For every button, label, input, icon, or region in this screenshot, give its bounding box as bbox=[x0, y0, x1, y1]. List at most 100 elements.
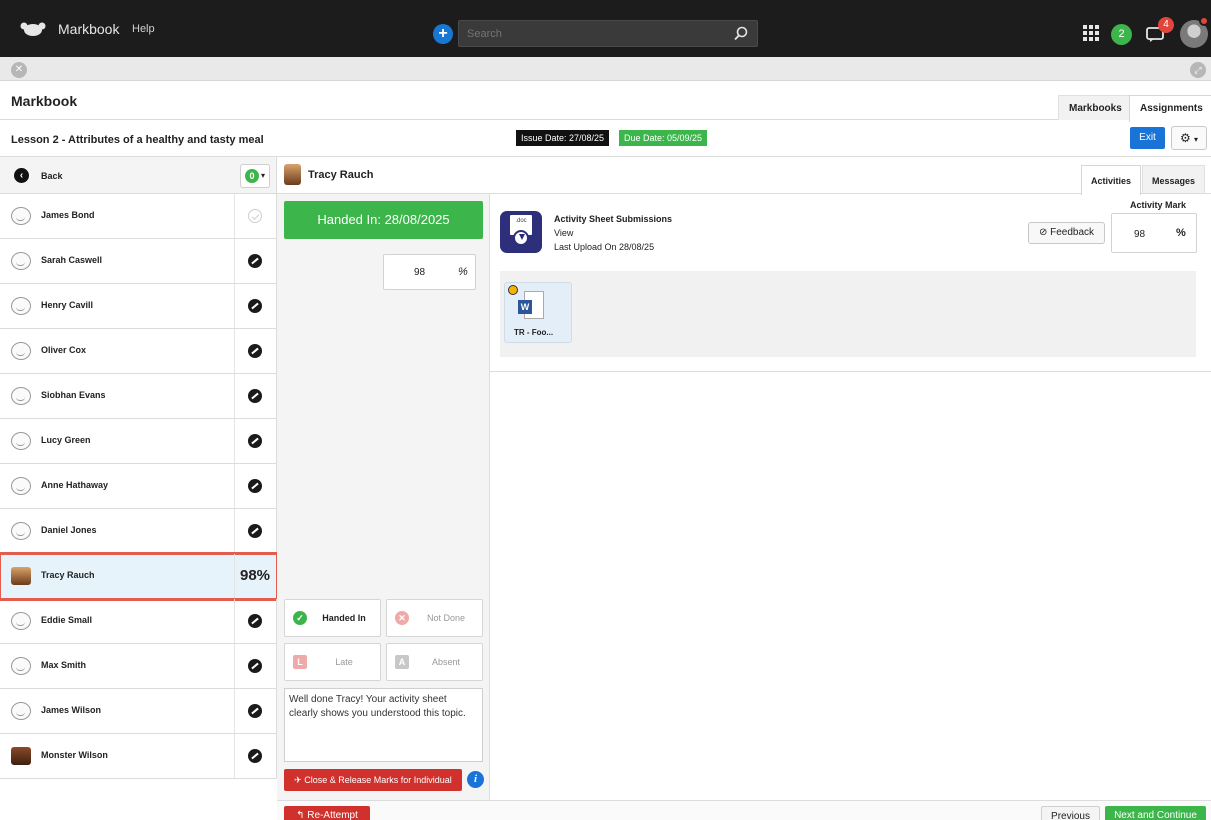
handed-in-label: Handed In bbox=[322, 613, 366, 623]
file-name[interactable]: TR - Foo... bbox=[514, 328, 553, 337]
student-row[interactable]: James Bond bbox=[0, 194, 277, 239]
absent-button[interactable]: A Absent bbox=[386, 643, 483, 681]
student-name-cell[interactable]: Tracy Rauch bbox=[0, 554, 235, 598]
hidden-eye-icon[interactable] bbox=[248, 614, 262, 628]
feedback-icon: ⊘ bbox=[1038, 227, 1048, 238]
close-release-marks-button[interactable]: ✈ Close & Release Marks for Individual bbox=[284, 769, 462, 791]
info-icon[interactable]: i bbox=[467, 771, 484, 788]
divider bbox=[490, 371, 1211, 372]
help-link[interactable]: Help bbox=[132, 23, 155, 35]
student-name-cell[interactable]: Anne Hathaway bbox=[0, 464, 235, 508]
hidden-eye-icon[interactable] bbox=[248, 749, 262, 763]
comment-textarea[interactable]: Well done Tracy! Your activity sheet cle… bbox=[284, 688, 483, 762]
student-name-cell[interactable]: Monster Wilson bbox=[0, 734, 235, 778]
student-avatar bbox=[11, 567, 31, 585]
warning-icon bbox=[508, 285, 518, 295]
hidden-eye-icon[interactable] bbox=[248, 479, 262, 493]
x-icon: ✕ bbox=[395, 611, 409, 625]
tab-markbooks[interactable]: Markbooks bbox=[1058, 95, 1133, 120]
student-row[interactable]: Monster Wilson bbox=[0, 734, 277, 779]
tab-activities[interactable]: Activities bbox=[1081, 165, 1142, 195]
student-avatar bbox=[11, 702, 31, 720]
app-logo-icon[interactable] bbox=[20, 22, 46, 36]
student-name-cell[interactable]: Eddie Small bbox=[0, 599, 235, 643]
hidden-eye-icon[interactable] bbox=[248, 299, 262, 313]
late-button[interactable]: L Late bbox=[284, 643, 381, 681]
student-row[interactable]: Anne Hathaway bbox=[0, 464, 277, 509]
handed-in-banner: Handed In: 28/08/2025 bbox=[284, 201, 483, 239]
handed-in-check-icon[interactable] bbox=[248, 209, 262, 223]
student-row[interactable]: Henry Cavill bbox=[0, 284, 277, 329]
messages-badge[interactable]: 4 bbox=[1158, 17, 1174, 33]
release-icon: ✈ bbox=[294, 775, 302, 785]
hidden-eye-icon[interactable] bbox=[248, 344, 262, 358]
student-name-cell[interactable]: James Wilson bbox=[0, 689, 235, 733]
not-done-button[interactable]: ✕ Not Done bbox=[386, 599, 483, 637]
word-document-icon[interactable]: W bbox=[518, 291, 544, 321]
student-row[interactable]: Max Smith bbox=[0, 644, 277, 689]
student-avatar bbox=[11, 342, 31, 360]
hidden-eye-icon[interactable] bbox=[248, 389, 262, 403]
activity-view-link[interactable]: View bbox=[554, 228, 573, 238]
student-row[interactable]: Eddie Small bbox=[0, 599, 277, 644]
student-name: Oliver Cox bbox=[41, 345, 87, 355]
notifications-badge[interactable]: 2 bbox=[1111, 24, 1132, 45]
student-row[interactable]: Siobhan Evans bbox=[0, 374, 277, 419]
back-arrow-icon[interactable]: ‹ bbox=[14, 168, 29, 183]
student-name-cell[interactable]: Henry Cavill bbox=[0, 284, 235, 328]
close-icon[interactable]: ✕ bbox=[11, 62, 27, 78]
overall-mark-input[interactable]: 98 % bbox=[383, 254, 476, 290]
expand-icon[interactable]: ⤢ bbox=[1190, 62, 1206, 78]
tab-assignments[interactable]: Assignments bbox=[1129, 95, 1211, 122]
tab-messages[interactable]: Messages bbox=[1142, 165, 1206, 193]
student-row[interactable]: Daniel Jones bbox=[0, 509, 277, 554]
overall-mark-value: 98 bbox=[414, 267, 426, 278]
student-row[interactable]: James Wilson bbox=[0, 689, 277, 734]
student-name-cell[interactable]: Sarah Caswell bbox=[0, 239, 235, 283]
add-button[interactable]: + bbox=[433, 24, 453, 44]
student-avatar bbox=[11, 477, 31, 495]
student-name: Daniel Jones bbox=[41, 525, 97, 535]
download-icon bbox=[513, 230, 529, 246]
activity-title: Activity Sheet Submissions bbox=[554, 214, 673, 224]
app-title[interactable]: Markbook bbox=[58, 21, 119, 37]
student-row[interactable]: Oliver Cox bbox=[0, 329, 277, 374]
student-name-cell[interactable]: Max Smith bbox=[0, 644, 235, 688]
student-score[interactable]: 98% bbox=[240, 567, 270, 584]
next-and-continue-button[interactable]: Next and Continue bbox=[1105, 806, 1206, 820]
student-avatar bbox=[11, 657, 31, 675]
student-name-cell[interactable]: Siobhan Evans bbox=[0, 374, 235, 418]
search-icon[interactable] bbox=[733, 26, 749, 42]
student-name-cell[interactable]: James Bond bbox=[0, 194, 235, 238]
document-download-icon[interactable]: .doc bbox=[500, 211, 542, 253]
student-name-cell[interactable]: Daniel Jones bbox=[0, 509, 235, 553]
window-controls-strip bbox=[0, 57, 1211, 81]
student-name-cell[interactable]: Lucy Green bbox=[0, 419, 235, 463]
back-button[interactable]: Back bbox=[41, 171, 63, 181]
search-input[interactable] bbox=[458, 20, 758, 47]
hidden-eye-icon[interactable] bbox=[248, 524, 262, 538]
activity-mark-input[interactable]: 98 % bbox=[1111, 213, 1197, 253]
re-attempt-button[interactable]: ↰ Re-Attempt bbox=[284, 806, 370, 820]
student-row-selected[interactable]: Tracy Rauch 98% bbox=[0, 552, 279, 601]
handed-in-button[interactable]: ✓ Handed In bbox=[284, 599, 381, 637]
student-row[interactable]: Sarah Caswell bbox=[0, 239, 277, 284]
student-row[interactable]: Lucy Green bbox=[0, 419, 277, 464]
hidden-eye-icon[interactable] bbox=[248, 659, 262, 673]
hidden-eye-icon[interactable] bbox=[248, 254, 262, 268]
hidden-eye-icon[interactable] bbox=[248, 434, 262, 448]
late-icon: L bbox=[293, 655, 307, 669]
student-name-cell[interactable]: Oliver Cox bbox=[0, 329, 235, 373]
settings-gear-button[interactable]: ⚙ ▾ bbox=[1171, 126, 1207, 150]
gear-icon: ⚙ bbox=[1179, 131, 1191, 145]
hidden-eye-icon[interactable] bbox=[248, 704, 262, 718]
feedback-button[interactable]: ⊘ Feedback bbox=[1028, 222, 1105, 244]
apps-grid-icon[interactable] bbox=[1083, 25, 1099, 41]
filter-count-button[interactable]: 0 ▾ bbox=[240, 164, 270, 188]
student-avatar bbox=[11, 432, 31, 450]
exit-button[interactable]: Exit bbox=[1130, 127, 1165, 149]
student-name: Tracy Rauch bbox=[41, 570, 95, 580]
activity-mark-unit: % bbox=[1176, 227, 1186, 239]
student-name: Monster Wilson bbox=[41, 750, 108, 760]
previous-button[interactable]: Previous bbox=[1041, 806, 1100, 820]
